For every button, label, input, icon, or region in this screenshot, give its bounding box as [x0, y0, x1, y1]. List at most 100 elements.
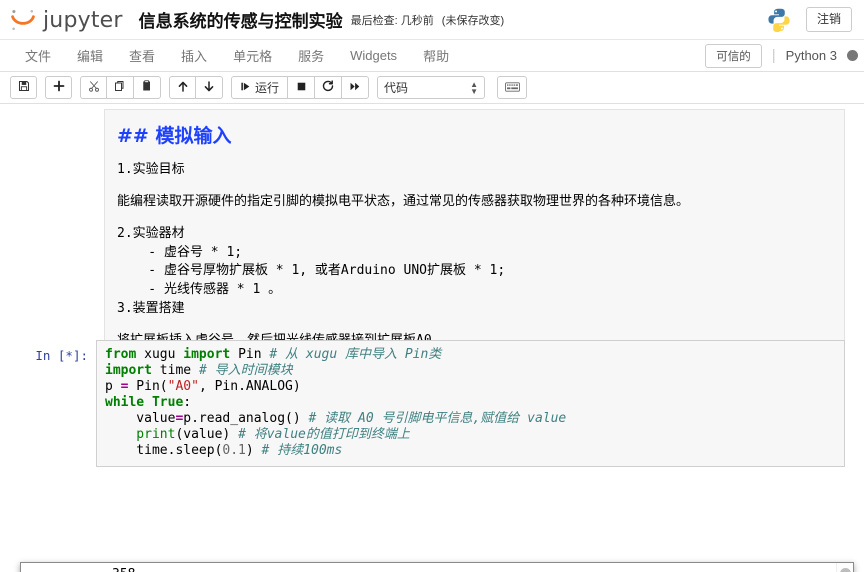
menu-item-view[interactable]: 查看 — [116, 40, 168, 71]
cell-type-value: 代码 — [384, 81, 409, 95]
command-palette-button[interactable] — [497, 76, 528, 99]
run-cell-button[interactable]: 运行 — [231, 76, 289, 99]
code-token-time: time — [151, 362, 199, 378]
code-token-pin-analog: , Pin.ANALOG) — [198, 378, 301, 394]
move-cell-up-button[interactable] — [169, 76, 196, 99]
run-button-label: 运行 — [255, 81, 280, 95]
chevron-updown-icon: ▲ ▼ — [470, 79, 479, 96]
restart-circle-icon — [322, 80, 334, 95]
interrupt-kernel-button[interactable] — [288, 76, 316, 99]
markdown-materials-label: 2.实验器材 — [117, 225, 185, 241]
python-logo-icon — [766, 7, 792, 33]
jupyter-brand[interactable]: jupyter — [10, 7, 123, 33]
paste-icon — [141, 80, 153, 95]
notebook-toolbar: 运行 代码 ▲ ▼ — [0, 72, 864, 104]
restart-and-run-all-button[interactable] — [342, 76, 370, 99]
cell-type-select[interactable]: 代码 ▲ ▼ — [377, 76, 486, 99]
code-comment-import-time: # 导入时间模块 — [198, 362, 293, 378]
copy-icon — [114, 80, 126, 95]
jupyter-wordmark: jupyter — [43, 8, 123, 33]
markdown-cell[interactable]: ## 模拟输入 1.实验目标 能编程读取开源硬件的指定引脚的模拟电平状态，通过常… — [104, 109, 845, 363]
output-vertical-scrollbar[interactable] — [836, 563, 853, 572]
unsaved-status: (未保存改变) — [441, 14, 505, 27]
code-editor[interactable]: from xugu import Pin # 从 xugu 库中导入 Pin类 … — [96, 340, 845, 467]
code-token-while: while — [105, 394, 145, 410]
code-token-pin-call: Pin( — [128, 378, 168, 394]
header-right-group: 注销 — [766, 7, 852, 33]
cell-output-scroll-area[interactable]: 358 353 374 335 365 319 339 — [21, 563, 836, 572]
paste-button[interactable] — [134, 76, 161, 99]
kernel-busy-indicator-icon — [847, 50, 858, 61]
markdown-goal-label: 1.实验目标 — [117, 162, 185, 177]
code-token-string-a0: "A0" — [167, 378, 199, 394]
markdown-materials-list: - 虚谷号 * 1; - 虚谷号厚物扩展板 * 1, 或者Arduino UNO… — [148, 244, 506, 298]
code-token-value: value — [105, 410, 176, 426]
kernel-name-label[interactable]: Python 3 — [786, 48, 837, 63]
fast-forward-icon — [349, 80, 361, 95]
jupyter-logo-icon — [10, 8, 36, 32]
menu-item-kernel[interactable]: 服务 — [285, 40, 337, 71]
menu-item-widgets[interactable]: Widgets — [337, 42, 410, 69]
toolbar-group-clipboard — [80, 76, 161, 99]
code-token-print: print — [105, 426, 176, 442]
jupyter-notebook-page: jupyter 信息系统的传感与控制实验 最后检查: 几秒前 (未保存改变) 注… — [0, 0, 864, 572]
keyboard-icon — [504, 80, 520, 95]
toolbar-group-run: 运行 — [231, 76, 370, 99]
stop-square-icon — [296, 80, 307, 95]
toolbar-group-insert — [45, 76, 72, 99]
code-token-import: import — [183, 347, 231, 362]
menu-bar: 文件 编辑 查看 插入 单元格 服务 Widgets 帮助 可信的 | Pyth… — [0, 40, 864, 72]
logout-button[interactable]: 注销 — [805, 7, 852, 32]
menu-item-help[interactable]: 帮助 — [410, 40, 462, 71]
code-token-true: True — [151, 394, 184, 410]
arrow-down-icon — [203, 80, 215, 96]
insert-cell-below-button[interactable] — [45, 76, 72, 99]
toolbar-group-move — [169, 76, 223, 99]
code-token-sleep-number: 0.1 — [222, 442, 246, 458]
menu-divider: | — [771, 47, 776, 64]
code-token-sleep-close: ) — [245, 442, 262, 458]
code-token-from: from — [105, 347, 137, 362]
arrow-up-icon — [177, 80, 189, 96]
cut-button[interactable] — [80, 76, 107, 99]
toolbar-group-save — [10, 76, 37, 99]
notebook-title[interactable]: 信息系统的传感与控制实验 — [139, 7, 343, 32]
copy-button[interactable] — [107, 76, 134, 99]
save-icon — [18, 80, 30, 95]
code-token-p: p — [105, 378, 121, 394]
code-token-print-arg: (value) — [175, 426, 239, 442]
code-token-import2: import — [105, 362, 152, 378]
menu-bar-right-group: 可信的 | Python 3 — [705, 43, 864, 68]
code-comment-sleep: # 持续100ms — [261, 442, 343, 458]
code-token-colon: : — [183, 394, 192, 410]
markdown-goal-text: 能编程读取开源硬件的指定引脚的模拟电平状态，通过常见的传感器获取物理世界的各种环… — [117, 193, 690, 209]
checkpoint-status: 最后检查: 几秒前 — [350, 14, 434, 27]
notebook-cells-container: ## 模拟输入 1.实验目标 能编程读取开源硬件的指定引脚的模拟电平状态，通过常… — [0, 104, 864, 572]
markdown-heading: ## 模拟输入 — [117, 125, 232, 147]
code-token-sleep: time.sleep( — [105, 442, 223, 458]
code-token-pin: Pin — [230, 347, 270, 362]
restart-kernel-button[interactable] — [315, 76, 343, 99]
code-comment-import-pin: # 从 xugu 库中导入 Pin类 — [269, 347, 442, 362]
menu-item-cell[interactable]: 单元格 — [220, 40, 285, 71]
run-step-icon — [240, 81, 251, 95]
markdown-setup-label: 3.装置搭建 — [117, 301, 185, 317]
output-scrollbar-thumb[interactable] — [840, 568, 851, 572]
scissors-icon — [88, 80, 100, 95]
trusted-badge-button[interactable]: 可信的 — [705, 43, 762, 68]
app-header: jupyter 信息系统的传感与控制实验 最后检查: 几秒前 (未保存改变) 注… — [0, 0, 864, 40]
move-cell-down-button[interactable] — [196, 76, 223, 99]
save-button[interactable] — [10, 76, 37, 99]
code-cell-prompt: In [*]: — [35, 348, 88, 363]
code-token-module: xugu — [136, 347, 184, 362]
output-line: 358 — [21, 567, 836, 572]
code-comment-print: # 将value的值打印到终端上 — [238, 426, 410, 442]
menu-item-file[interactable]: 文件 — [12, 40, 64, 71]
code-token-read-analog: p.read_analog() — [183, 410, 309, 426]
plus-icon — [53, 80, 65, 95]
code-comment-read: # 读取 A0 号引脚电平信息,赋值给 value — [308, 410, 567, 426]
code-cell[interactable]: In [*]: from xugu import Pin # 从 xugu 库中… — [0, 340, 864, 467]
menu-item-insert[interactable]: 插入 — [168, 40, 220, 71]
cell-output-panel: 358 353 374 335 365 319 339 — [20, 562, 854, 572]
menu-item-edit[interactable]: 编辑 — [64, 40, 116, 71]
